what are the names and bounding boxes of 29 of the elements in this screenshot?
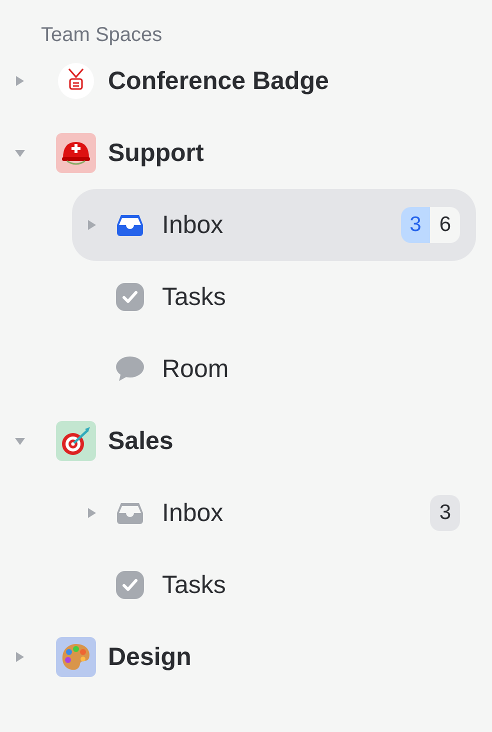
channel-label: Room — [162, 354, 230, 384]
inbox-icon — [116, 501, 144, 525]
count-badge: 3 — [430, 495, 460, 531]
checkmark-icon — [116, 571, 144, 599]
channel-label: Inbox — [162, 210, 224, 240]
channel-item[interactable]: Inbox 3 — [72, 477, 476, 549]
channel-label: Tasks — [162, 570, 227, 600]
channel-item[interactable]: Room — [72, 333, 476, 405]
space-name[interactable]: Design — [108, 642, 192, 672]
count-badge: 6 — [430, 207, 460, 243]
inbox-icon — [116, 213, 144, 237]
expand-caret-icon[interactable] — [14, 651, 26, 663]
channel-label: Tasks — [162, 282, 227, 312]
checkmark-icon — [116, 283, 144, 311]
space-name[interactable]: Support — [108, 138, 204, 168]
expand-caret-icon[interactable] — [86, 219, 98, 231]
expand-caret-icon[interactable] — [86, 507, 98, 519]
chat-bubble-icon — [116, 356, 144, 382]
channel-item[interactable]: Tasks — [72, 261, 476, 333]
expand-caret-icon[interactable] — [14, 75, 26, 87]
collapse-caret-icon[interactable] — [14, 147, 26, 159]
section-title: Team Spaces — [40, 23, 164, 45]
collapse-caret-icon[interactable] — [14, 435, 26, 447]
channel-item[interactable]: Inbox 3 6 — [72, 189, 476, 261]
space-name[interactable]: Sales — [108, 426, 174, 456]
count-badge: 3 — [400, 207, 430, 243]
channel-label: Inbox — [162, 498, 224, 528]
channel-item[interactable]: Tasks — [72, 549, 476, 621]
space-name[interactable]: Conference Badge — [108, 66, 329, 96]
